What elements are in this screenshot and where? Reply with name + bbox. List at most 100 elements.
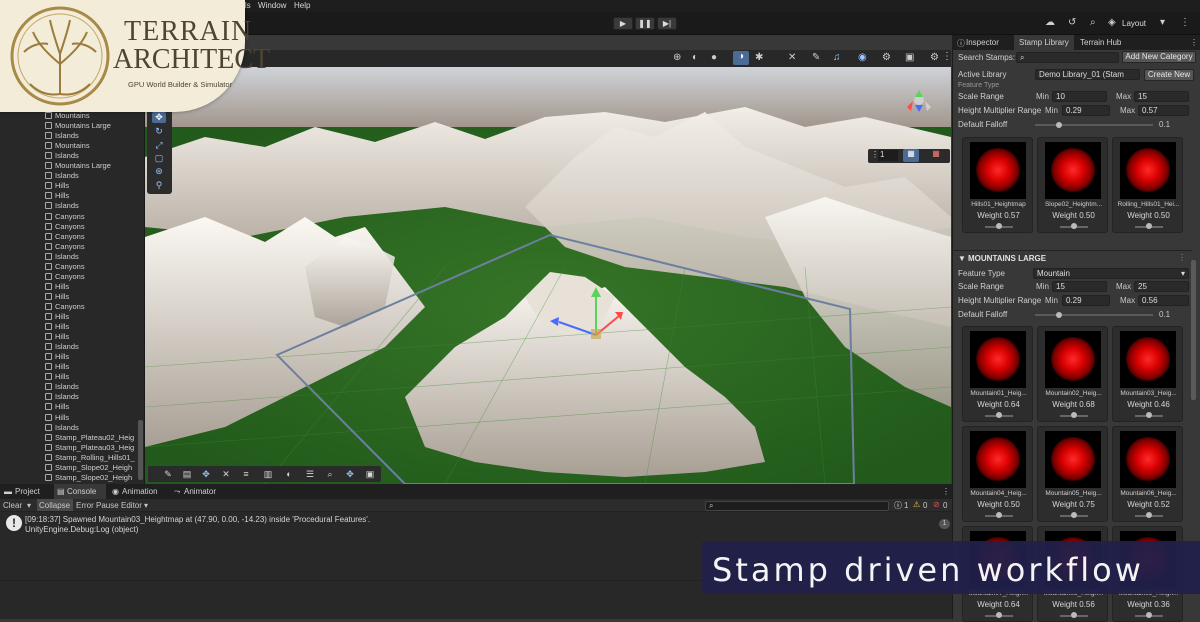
tab-animation[interactable]: Animation — [122, 487, 158, 496]
hierarchy-item[interactable]: Hills — [45, 191, 140, 201]
falloff-slider-knob[interactable] — [1056, 122, 1062, 128]
hierarchy-scrollbar[interactable] — [138, 420, 143, 480]
gizmo-icon[interactable]: ⚙ — [882, 52, 891, 63]
warning-icon[interactable]: ⚠ — [913, 500, 920, 509]
hierarchy-item[interactable]: Canyons — [45, 212, 140, 222]
play-button[interactable]: ▶ — [613, 17, 633, 30]
hierarchy-item[interactable]: Hills — [45, 282, 140, 292]
hierarchy-item[interactable]: Hills — [45, 292, 140, 302]
log-message[interactable]: [09:18:37] Spawned Mountain03_Heightmap … — [25, 515, 370, 524]
hierarchy-item[interactable]: Canyons — [45, 262, 140, 272]
rect-tool-icon[interactable]: ▢ — [152, 153, 166, 164]
editor-dropdown[interactable]: Editor — [121, 501, 142, 510]
hierarchy-item[interactable]: Stamp_Plateau03_Heig — [45, 443, 140, 453]
weight-slider-knob[interactable] — [996, 223, 1002, 229]
2d-toggle-icon[interactable]: ✕ — [788, 52, 796, 63]
scale-tool-icon[interactable]: ⤢ — [152, 140, 166, 151]
hierarchy-item[interactable]: Mountains — [45, 141, 140, 151]
light-toggle-icon[interactable]: ✎ — [812, 52, 820, 63]
hierarchy-item[interactable]: Hills — [45, 402, 140, 412]
step-button[interactable]: ▶| — [657, 17, 677, 30]
inspector-scrollbar[interactable] — [1191, 260, 1196, 400]
search-icon[interactable]: ⌕ — [1090, 17, 1096, 28]
hierarchy-item[interactable]: Hills — [45, 312, 140, 322]
stamp-card[interactable]: Mountain04_Heig... Weight 0.50 — [962, 426, 1033, 522]
rotate-tool-icon[interactable]: ↻ — [152, 126, 166, 137]
error-icon[interactable]: ⊘ — [933, 500, 940, 509]
stamp-card[interactable]: Mountain03_Heig... Weight 0.46 — [1112, 326, 1183, 422]
tab-console[interactable]: Console — [67, 487, 96, 496]
scene-view[interactable] — [145, 67, 951, 484]
search-tool-icon[interactable]: ⌕ — [322, 468, 338, 480]
console-search-input[interactable]: ⌕ — [705, 501, 889, 511]
hierarchy-item[interactable]: Stamp_Rolling_Hills01_ — [45, 453, 140, 463]
hierarchy-item[interactable]: Islands — [45, 382, 140, 392]
search-stamps-input[interactable]: ⌕ — [1016, 52, 1119, 63]
active-library-field[interactable]: Demo Library_01 (Stam — [1035, 69, 1140, 80]
stamp-card[interactable]: Mountain06_Heig... Weight 0.52 — [1112, 426, 1183, 522]
stamp-card[interactable]: Rolling_Hills01_Hei... Weight 0.50 — [1112, 137, 1183, 233]
hierarchy-item[interactable]: Canyons — [45, 232, 140, 242]
more-icon[interactable]: ⋮ — [1180, 17, 1190, 28]
globe-icon[interactable]: ⊕ — [673, 52, 681, 63]
hierarchy-item[interactable]: Hills — [45, 362, 140, 372]
move-tool-icon[interactable]: ✥ — [152, 112, 166, 123]
hierarchy-item[interactable]: Canyons — [45, 242, 140, 252]
add-category-button[interactable]: Add New Category — [1122, 51, 1196, 63]
weight-slider-knob[interactable] — [1071, 223, 1077, 229]
weight-slider-knob[interactable] — [1146, 512, 1152, 518]
hierarchy-item[interactable]: Islands — [45, 423, 140, 433]
menu-help[interactable]: Help — [294, 1, 310, 10]
weight-slider-knob[interactable] — [1071, 512, 1077, 518]
scale-max-field[interactable]: 15 — [1134, 91, 1189, 102]
hierarchy-item[interactable]: Canyons — [45, 302, 140, 312]
weight-slider-knob[interactable] — [996, 412, 1002, 418]
feature-type-select[interactable]: Mountain ▾ — [1033, 268, 1189, 279]
tab-project[interactable]: Project — [15, 487, 40, 496]
scale-min-field[interactable]: 10 — [1052, 91, 1107, 102]
hierarchy-item[interactable]: Stamp_Slope02_Heigh — [45, 473, 140, 483]
audio-toggle-icon[interactable]: ♫ — [833, 52, 841, 63]
layers-tool-icon[interactable]: ☰ — [302, 468, 318, 480]
transform-tool-icon[interactable]: ⊛ — [152, 166, 166, 177]
bars-tool-icon[interactable]: ▥ — [260, 468, 276, 480]
weight-slider-knob[interactable] — [996, 512, 1002, 518]
scale-max-field[interactable]: 25 — [1134, 281, 1189, 292]
tab-stamp-library[interactable]: Stamp Library — [1019, 38, 1069, 47]
more-icon[interactable]: ⋮ — [942, 51, 952, 62]
transform-tool-icon[interactable]: ✥ — [342, 468, 358, 480]
grid-snap-icon[interactable]: ▦ — [903, 149, 919, 162]
falloff-slider-track[interactable] — [1035, 124, 1153, 126]
hierarchy-item[interactable]: Hills — [45, 181, 140, 191]
history-icon[interactable]: ↺ — [1068, 17, 1076, 28]
weight-slider-knob[interactable] — [1146, 412, 1152, 418]
hierarchy-item[interactable]: Mountains Large — [45, 121, 140, 131]
weight-slider-knob[interactable] — [1146, 612, 1152, 618]
bug-icon[interactable]: ✱ — [755, 52, 763, 63]
hierarchy-item[interactable]: Hills — [45, 372, 140, 382]
falloff-slider-knob[interactable] — [1056, 312, 1062, 318]
camera-icon[interactable]: ▣ — [905, 52, 914, 63]
stamp-card[interactable]: Hills01_Heightmap Weight 0.57 — [962, 137, 1033, 233]
falloff-value[interactable]: 0.1 — [1159, 310, 1170, 319]
hierarchy-item[interactable]: Mountains — [45, 111, 140, 121]
hierarchy-item[interactable]: Islands — [45, 171, 140, 181]
snap-value-field[interactable]: 1 — [878, 150, 898, 161]
stamp-card[interactable]: Slope02_Heightm... Weight 0.50 — [1037, 137, 1108, 233]
falloff-slider-track[interactable] — [1035, 314, 1153, 316]
hm-max-field[interactable]: 0.57 — [1138, 105, 1189, 116]
lit-mode-icon[interactable]: ◑ — [733, 51, 749, 65]
more-icon[interactable]: ⋮ — [942, 487, 950, 496]
hierarchy-item[interactable]: Islands — [45, 252, 140, 262]
hierarchy-item[interactable]: Stamp_Plateau02_Heig — [45, 433, 140, 443]
shade-tool-icon[interactable]: ◐ — [281, 468, 297, 480]
cloud-icon[interactable]: ☁ — [1045, 17, 1055, 28]
window-tool-icon[interactable]: ▣ — [362, 468, 378, 480]
stamp-card[interactable]: Mountain01_Heig... Weight 0.64 — [962, 326, 1033, 422]
sliders-tool-icon[interactable]: ≡ — [238, 468, 254, 480]
image-tool-icon[interactable]: ▤ — [179, 468, 195, 480]
hierarchy-item[interactable]: Hills — [45, 352, 140, 362]
hierarchy-item[interactable]: Canyons — [45, 272, 140, 282]
menu-window[interactable]: Window — [258, 1, 286, 10]
hierarchy-item[interactable]: Canyons — [45, 222, 140, 232]
